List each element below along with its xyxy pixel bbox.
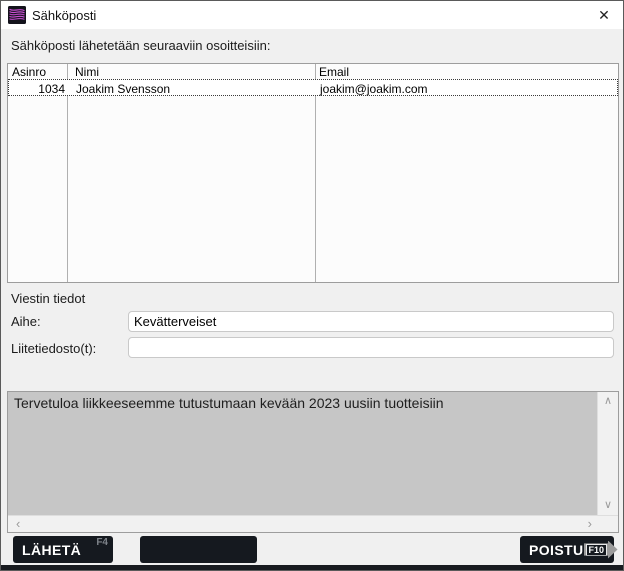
- attachments-label: Liitetiedosto(t):: [11, 341, 96, 356]
- table-row-selected[interactable]: 1034 Joakim Svensson joakim@joakim.com: [8, 79, 618, 96]
- app-logo-icon: [8, 6, 26, 24]
- attachments-input[interactable]: [128, 337, 614, 358]
- message-section-label: Viestin tiedot: [11, 291, 85, 306]
- close-icon[interactable]: ✕: [591, 4, 617, 26]
- column-divider: [315, 64, 316, 282]
- exit-fkey-hint: F10: [586, 544, 608, 556]
- message-body-box: Tervetuloa liikkeeseemme tutustumaan kev…: [7, 391, 619, 533]
- email-dialog-window: Sähköposti ✕ Sähköposti lähetetään seura…: [0, 0, 624, 571]
- subject-input[interactable]: [128, 311, 614, 332]
- blank-button[interactable]: [140, 536, 257, 563]
- cell-asinro: 1034: [9, 82, 65, 96]
- message-body-text[interactable]: Tervetuloa liikkeeseemme tutustumaan kev…: [8, 392, 597, 515]
- exit-button-label: POISTU: [529, 542, 584, 558]
- titlebar: Sähköposti ✕: [1, 1, 623, 29]
- column-header-nimi[interactable]: Nimi: [75, 65, 99, 79]
- cell-nimi: Joakim Svensson: [76, 82, 170, 96]
- column-divider: [67, 64, 68, 282]
- window-title: Sähköposti: [32, 8, 96, 23]
- scroll-left-icon[interactable]: ‹: [16, 518, 20, 529]
- column-header-email[interactable]: Email: [319, 65, 349, 79]
- scroll-down-icon[interactable]: ∨: [604, 500, 612, 511]
- table-header-row: Asinro Nimi Email: [8, 64, 618, 79]
- f10-arrow-badge: F10: [584, 541, 618, 559]
- recipients-intro-label: Sähköposti lähetetään seuraaviin osoitte…: [11, 38, 270, 53]
- send-fkey-hint: F4: [96, 537, 108, 548]
- cell-email: joakim@joakim.com: [320, 82, 428, 96]
- scroll-right-icon[interactable]: ›: [588, 518, 592, 529]
- exit-button[interactable]: POISTU F10: [520, 536, 614, 563]
- vertical-scrollbar[interactable]: ∧ ∨: [597, 392, 618, 515]
- scroll-up-icon[interactable]: ∧: [604, 396, 612, 407]
- send-button[interactable]: LÄHETÄ F4: [13, 536, 113, 563]
- subject-label: Aihe:: [11, 314, 41, 329]
- recipients-table: Asinro Nimi Email 1034 Joakim Svensson j…: [7, 63, 619, 283]
- send-button-label: LÄHETÄ: [22, 542, 81, 558]
- bottom-edge-strip: [1, 565, 623, 570]
- column-header-asinro[interactable]: Asinro: [12, 65, 46, 79]
- horizontal-scrollbar[interactable]: ‹ ›: [8, 515, 618, 532]
